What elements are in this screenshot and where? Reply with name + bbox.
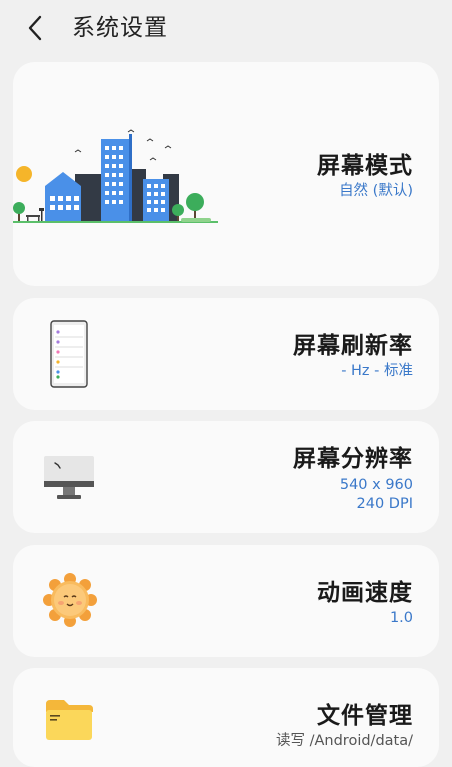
- screen-mode-title: 屏幕模式: [317, 153, 413, 179]
- phone-icon: [50, 320, 88, 388]
- screen-mode-card[interactable]: 屏幕模式 自然 (默认): [13, 62, 439, 286]
- resolution-size: 540 x 960: [339, 477, 413, 493]
- page-title: 系统设置: [72, 15, 168, 41]
- resolution-dpi: 240 DPI: [356, 496, 413, 512]
- file-manager-path: 读写 /Android/data/: [276, 733, 413, 749]
- screen-mode-value: 自然 (默认): [339, 183, 413, 199]
- animation-speed-value: 1.0: [389, 610, 413, 626]
- folder-icon: [46, 700, 93, 740]
- sun-face-icon: [43, 573, 97, 627]
- refresh-rate-card[interactable]: 屏幕刷新率 - Hz - 标准: [13, 298, 439, 410]
- file-manager-title: 文件管理: [317, 703, 413, 729]
- animation-speed-title: 动画速度: [317, 580, 413, 606]
- chevron-left-icon: [28, 15, 42, 41]
- animation-speed-card[interactable]: 动画速度 1.0: [13, 545, 439, 657]
- back-button[interactable]: [20, 12, 50, 44]
- header: 系统设置: [0, 0, 452, 56]
- refresh-rate-title: 屏幕刷新率: [293, 333, 413, 359]
- file-manager-card[interactable]: 文件管理 读写 /Android/data/: [13, 668, 439, 767]
- monitor-icon: [44, 456, 94, 499]
- resolution-card[interactable]: 屏幕分辨率 540 x 960 240 DPI: [13, 421, 439, 533]
- city-illustration-icon: [13, 129, 218, 223]
- resolution-title: 屏幕分辨率: [293, 446, 413, 472]
- refresh-rate-value: - Hz - 标准: [341, 363, 413, 379]
